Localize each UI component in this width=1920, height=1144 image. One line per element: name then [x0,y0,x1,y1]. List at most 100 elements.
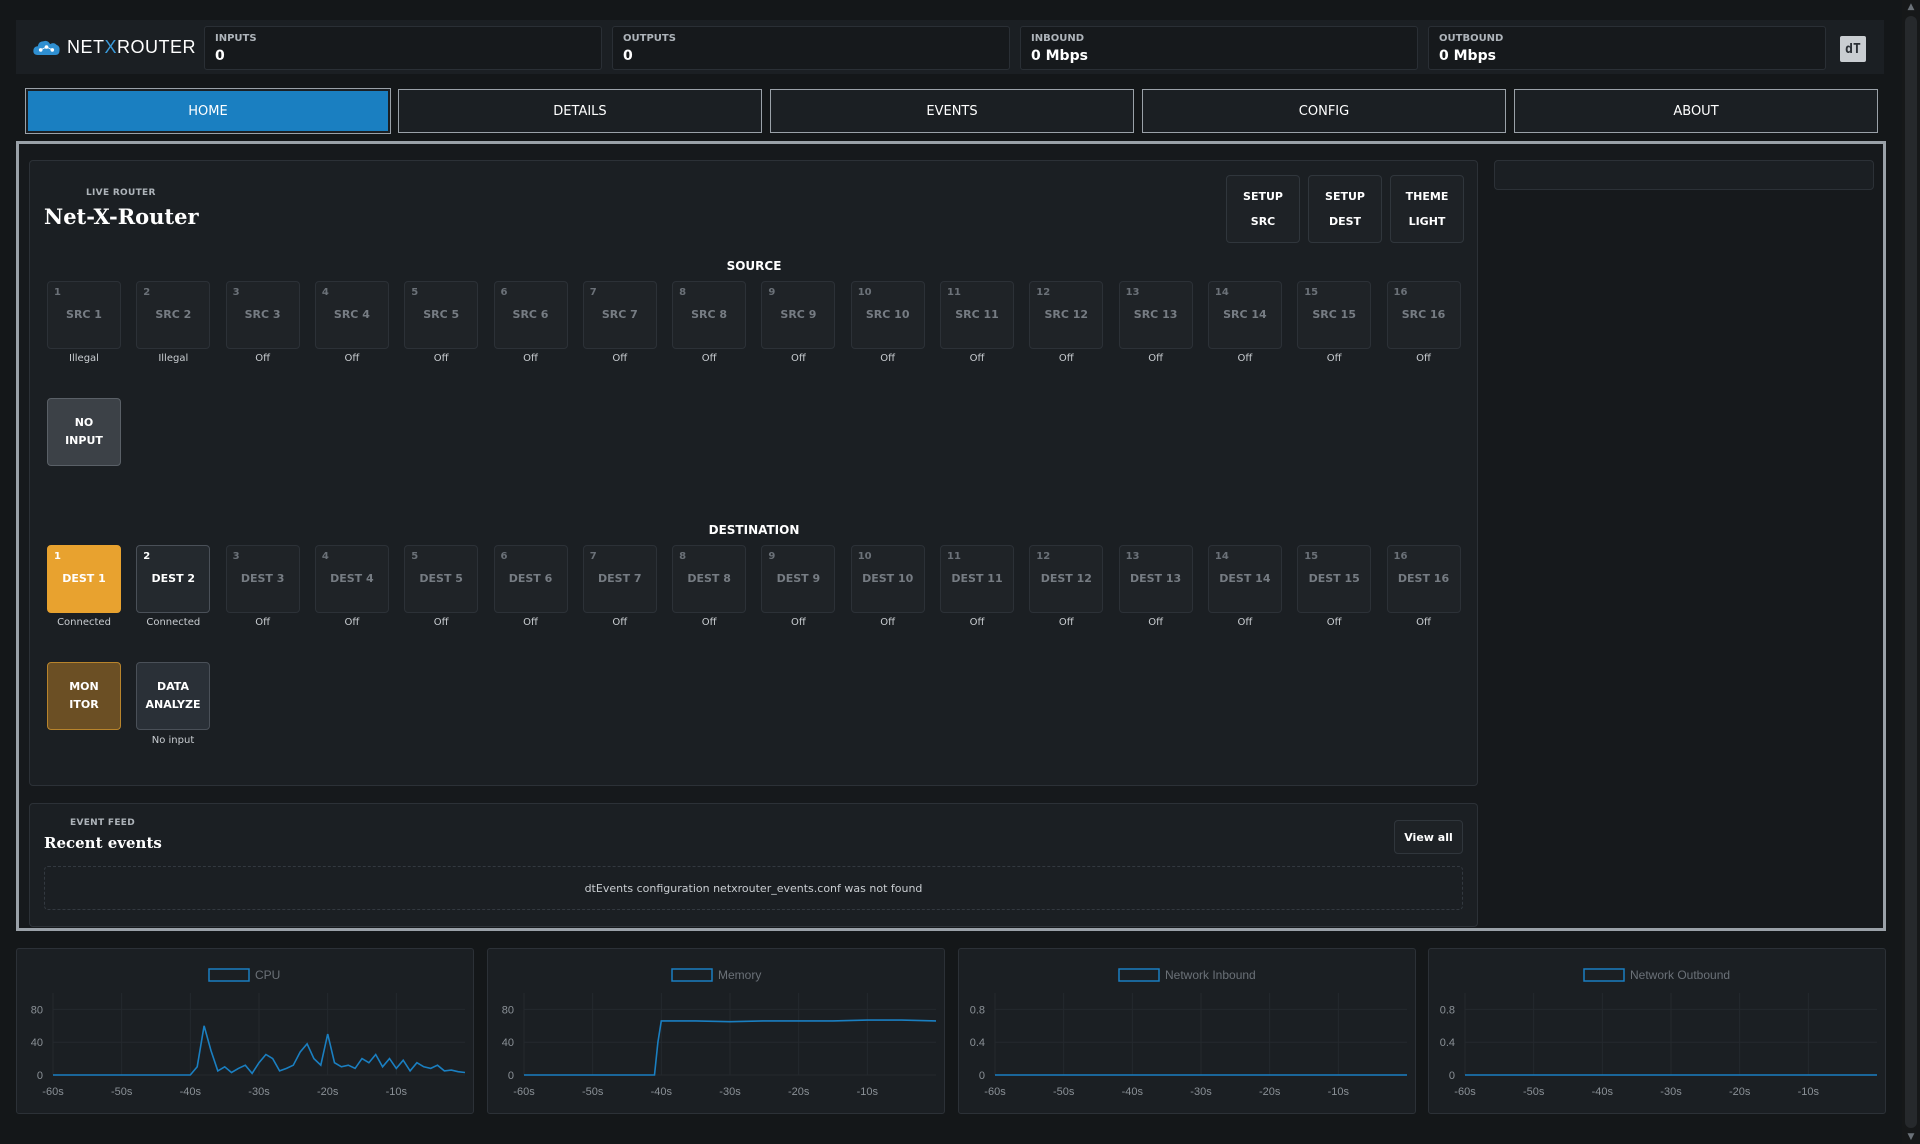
network-outbound-chart: Network Outbound 0 0.4 0.8 -60s -50s -40s -30s -… [1428,948,1886,1114]
src-tile-15[interactable]: 15 SRC 15 [1297,281,1372,349]
legend-swatch [208,968,250,982]
src-tile-5[interactable]: 5 SRC 5 [404,281,479,349]
stat-outputs: OUTPUTS 0 [612,26,1010,70]
src-tile-7[interactable]: 7 SRC 7 [582,281,657,349]
dest-tile-2[interactable]: 2 DEST 2 [136,545,211,613]
tile-label: DEST 4 [330,572,374,585]
tile-number: 10 [857,551,872,562]
tile-number: 6 [500,287,508,298]
page-scrollbar[interactable]: ▲ ▼ [1902,0,1920,1144]
x-tick-label: -50s [1523,1086,1545,1098]
x-tick-label: -60s [42,1086,64,1098]
scroll-thumb[interactable] [1905,16,1917,1128]
src-tile-16[interactable]: 16 SRC 16 [1386,281,1461,349]
dest-tile-15[interactable]: 15 DEST 15 [1297,545,1372,613]
tile-number: 4 [321,287,329,298]
tile-status: Off [969,617,985,628]
dest-tile-8[interactable]: 8 DEST 8 [672,545,747,613]
event-title: Recent events [44,834,162,852]
dest-tile-9[interactable]: 9 DEST 9 [761,545,836,613]
dest-tile-14[interactable]: 14 DEST 14 [1207,545,1282,613]
stat-value: 0 Mbps [1031,48,1088,64]
memory-chart: Memory 0 40 80 -60s -50s -40s -30s -20s -10s [487,948,945,1114]
dest-tile-3[interactable]: 3 DEST 3 [225,545,300,613]
tile-status: Off [433,617,449,628]
stat-value: 0 Mbps [1439,48,1496,64]
tile-label: DEST 3 [240,572,285,585]
x-tick-label: -10s [1798,1086,1820,1098]
source-heading: SOURCE [726,259,782,273]
src-tile-4[interactable]: 4 SRC 4 [314,281,389,349]
src-tile-1[interactable]: 1 SRC 1 [47,281,121,349]
tile-label: DEST 12 [1040,572,1092,585]
brand-name: NETXROUTER [66,36,196,57]
tile-number: 5 [411,551,419,562]
tab-events[interactable]: EVENTS [770,89,1134,133]
scroll-up-icon[interactable]: ▲ [1902,0,1920,14]
tile-number: 9 [768,287,776,298]
button-label: SETUP [1325,190,1365,203]
y-tick-label: 0 [979,1070,985,1082]
src-tile-6[interactable]: 6 SRC 6 [493,281,568,349]
tab-config[interactable]: CONFIG [1142,89,1506,133]
src-tile-9[interactable]: 9 SRC 9 [761,281,836,349]
src-tile-12[interactable]: 12 SRC 12 [1029,281,1104,349]
dest-tile-4[interactable]: 4 DEST 4 [314,545,389,613]
dest-tile-7[interactable]: 7 DEST 7 [582,545,657,613]
tab-details[interactable]: DETAILS [398,89,762,133]
x-tick-label: -30s [1660,1086,1682,1098]
tile-label: SRC 6 [512,308,549,321]
legend-label: Memory [718,968,761,982]
scroll-down-icon[interactable]: ▼ [1902,1130,1920,1144]
x-tick-label: -50s [1053,1086,1075,1098]
tile-label: SRC 4 [333,308,370,321]
dest-tile-5[interactable]: 5 DEST 5 [404,545,479,613]
tile-label: SRC 11 [955,308,999,321]
dest-tile-12[interactable]: 12 DEST 12 [1029,545,1104,613]
dest-tile-13[interactable]: 13 DEST 13 [1118,545,1193,613]
stat-label: INPUTS [215,33,257,44]
dest-tile-10[interactable]: 10 DEST 10 [850,545,925,613]
tab-about[interactable]: ABOUT [1514,89,1878,133]
dest-tile-11[interactable]: 11 DEST 11 [940,545,1014,613]
button-label: SRC [1250,215,1276,228]
dt-logo-icon[interactable]: dT [1840,36,1866,62]
tab-home[interactable]: HOME [25,88,391,134]
stat-label: OUTPUTS [623,33,676,44]
setup-src-button[interactable]: SETUP SRC [1226,175,1300,243]
src-tile-11[interactable]: 11 SRC 11 [940,281,1014,349]
theme-light-button[interactable]: THEME LIGHT [1390,175,1464,243]
src-tile-8[interactable]: 8 SRC 8 [672,281,747,349]
cpu-chart: CPU 0 40 80 -60s -50s -40s -30s -20s -10s [16,948,474,1114]
tile-status: Off [255,617,270,628]
x-tick-label: -10s [1328,1086,1350,1098]
router-kicker: LIVE ROUTER [86,188,156,198]
tile-label: DEST 11 [951,572,1003,585]
y-tick-label: 0.4 [970,1037,985,1049]
dest-tile-16[interactable]: 16 DEST 16 [1386,545,1461,613]
monitor-tile[interactable]: MON ITOR [47,662,121,730]
src-tile-3[interactable]: 3 SRC 3 [225,281,300,349]
src-tile-13[interactable]: 13 SRC 13 [1118,281,1193,349]
data-analyze-tile[interactable]: DATA ANALYZE [136,662,210,730]
netxrouter-logo[interactable]: NETXROUTER [16,20,196,74]
src-tile-10[interactable]: 10 SRC 10 [850,281,925,349]
src-tile-14[interactable]: 14 SRC 14 [1207,281,1282,349]
tile-status: Off [612,353,628,364]
tile-status: Illegal [69,353,99,364]
tile-number: 12 [1036,287,1051,298]
view-all-button[interactable]: View all [1394,820,1463,854]
side-panel [1494,160,1874,190]
tile-number: 4 [321,551,329,562]
tile-number: 2 [143,551,151,562]
tile-label: SRC 2 [155,308,192,321]
setup-dest-button[interactable]: SETUP DEST [1308,175,1382,243]
no-input-tile[interactable]: NO INPUT [47,398,121,466]
tile-status: Off [344,353,360,364]
tile-label: SRC 10 [865,308,910,321]
tile-label: DATA ANALYZE [145,680,201,711]
legend-label: Network Outbound [1630,968,1730,982]
dest-tile-1[interactable]: 1 DEST 1 [47,545,121,613]
dest-tile-6[interactable]: 6 DEST 6 [493,545,568,613]
src-tile-2[interactable]: 2 SRC 2 [136,281,211,349]
